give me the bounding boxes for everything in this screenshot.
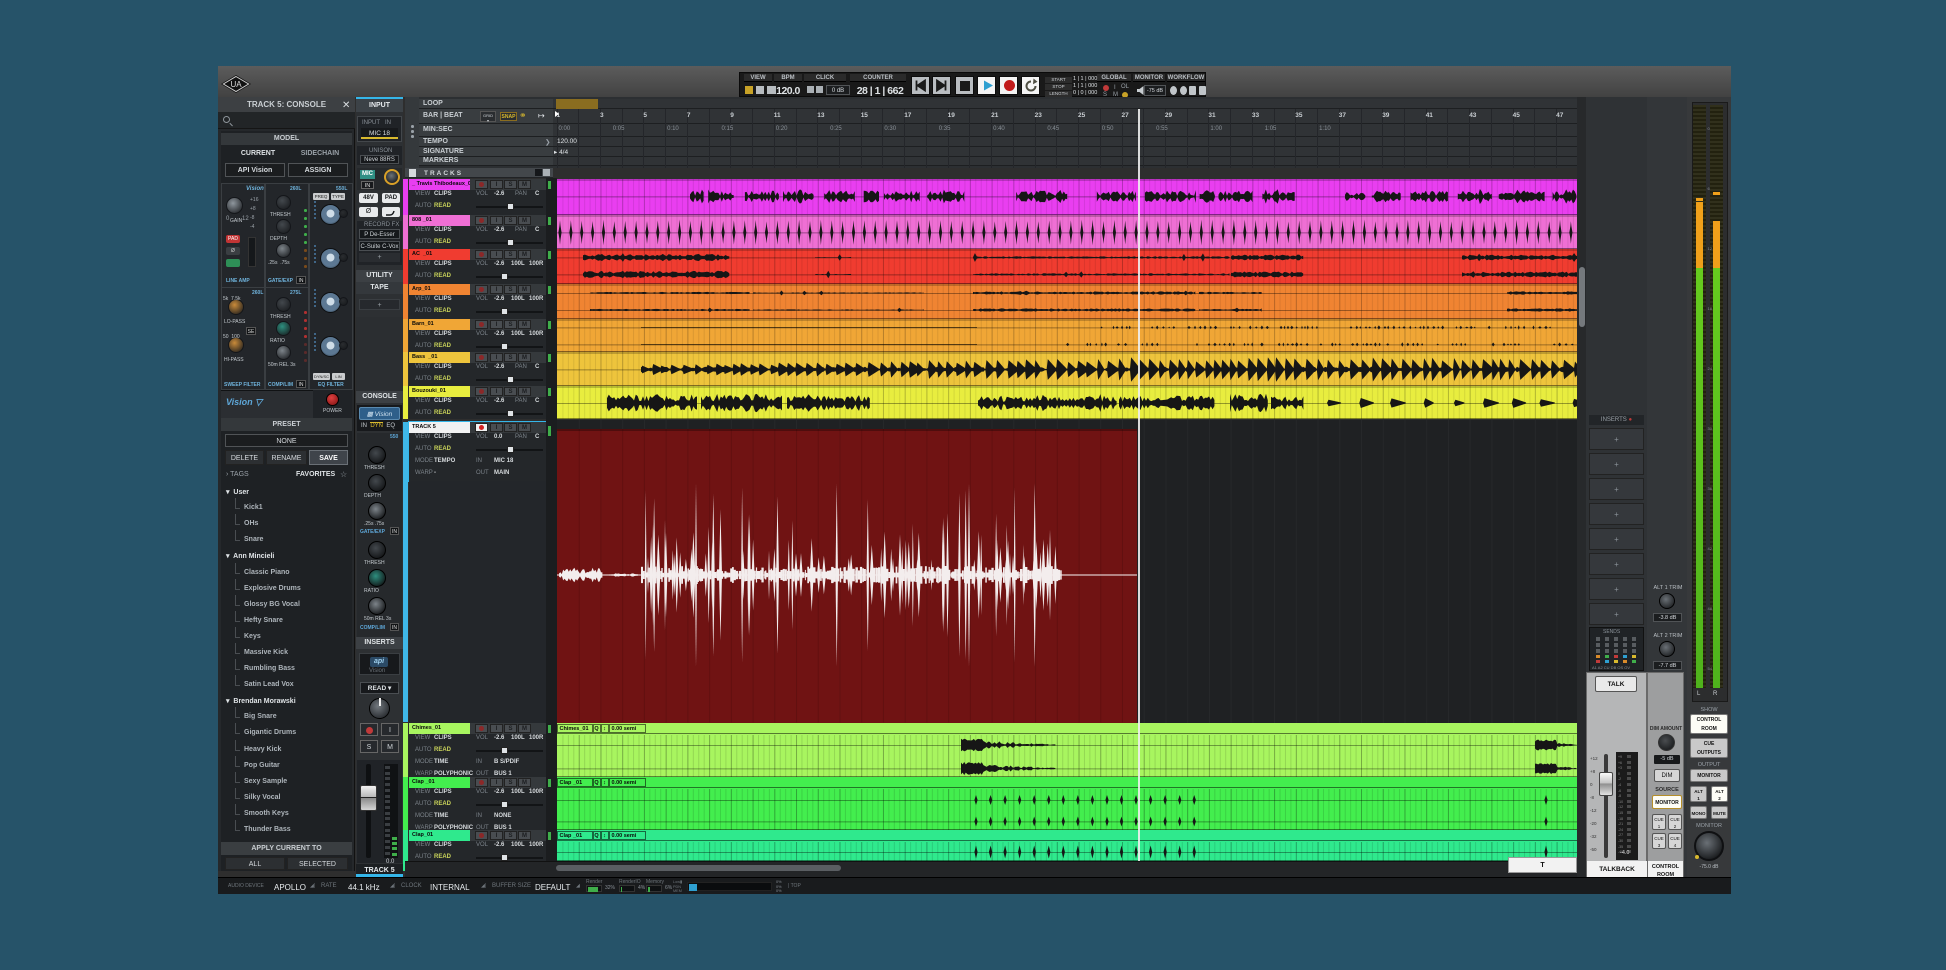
svg-text:UA: UA xyxy=(230,80,242,89)
